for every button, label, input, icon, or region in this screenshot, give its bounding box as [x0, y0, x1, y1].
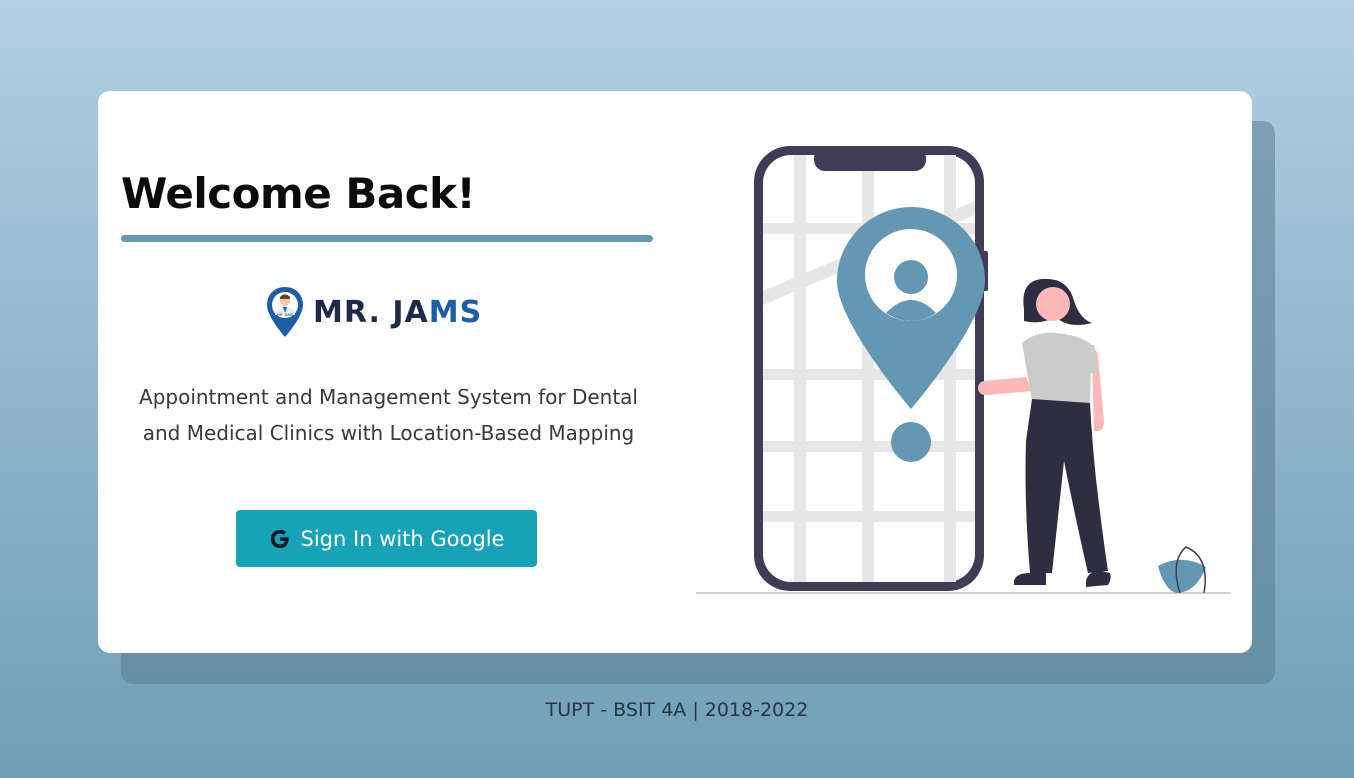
tagline-line-1: Appointment and Management System for De…: [139, 385, 638, 409]
brand-name-accent: MS: [428, 294, 483, 330]
app-tagline: Appointment and Management System for De…: [121, 379, 656, 451]
footer-credits: TUPT - BSIT 4A | 2018-2022: [545, 699, 809, 721]
title-underline: [121, 235, 653, 242]
login-panel: Welcome Back! MR. JAMS MR. JAMS Appointm…: [121, 91, 656, 653]
google-signin-label: Sign In with Google: [300, 526, 505, 551]
google-g-icon: [270, 529, 289, 548]
page-title: Welcome Back!: [121, 169, 476, 218]
login-card: Welcome Back! MR. JAMS MR. JAMS Appointm…: [98, 91, 1252, 653]
brand-name: MR. JAMS: [313, 295, 482, 330]
doctor-location-pin-icon: MR. JAMS: [267, 287, 303, 337]
tagline-line-2: and Medical Clinics with Location-Based …: [142, 421, 635, 445]
brand-name-primary: MR. JA: [313, 294, 429, 330]
svg-text:MR. JAMS: MR. JAMS: [277, 313, 294, 317]
phone-map-location-woman-illustration: [696, 146, 1230, 594]
google-signin-button[interactable]: Sign In with Google: [236, 510, 537, 567]
brand-logo: MR. JAMS MR. JAMS: [265, 284, 482, 340]
